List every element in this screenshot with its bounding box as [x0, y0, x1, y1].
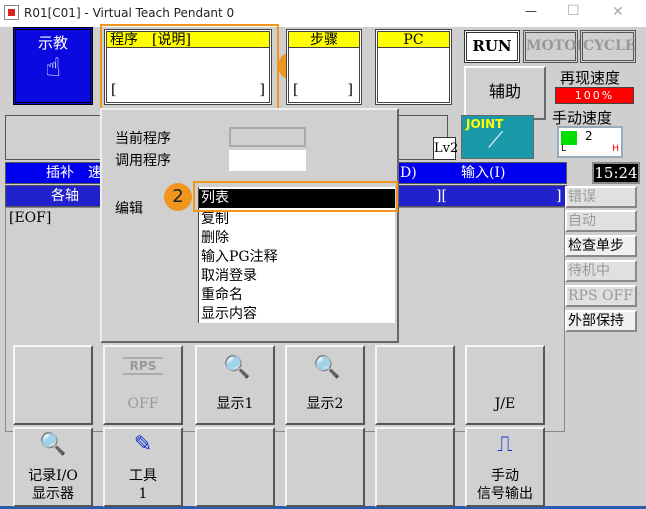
edit-item[interactable]: 删除	[199, 229, 395, 248]
signal-output-icon: ⎍	[497, 432, 513, 457]
function-key-label: J/E	[494, 396, 516, 412]
hand-pointer-icon: ☝	[45, 53, 61, 83]
function-key-label: 显示2	[306, 396, 344, 412]
step-badge-2: 2	[164, 183, 192, 211]
info-box	[5, 115, 101, 160]
input-label: 输入(I)	[461, 165, 506, 181]
edit-item[interactable]: 显示内容	[199, 305, 395, 324]
output-label: D)	[400, 165, 417, 181]
edit-label: 编辑	[115, 201, 143, 217]
app-icon	[4, 5, 19, 20]
magnifier-doc-icon: 🔍	[223, 355, 251, 380]
bar2-mid: ][	[436, 188, 447, 204]
eof-marker: [EOF]	[9, 210, 52, 226]
run-button[interactable]: RUN	[464, 30, 520, 63]
status-indicator: 待机中	[565, 260, 637, 282]
function-key[interactable]	[285, 427, 365, 507]
function-key[interactable]: ✎ 工具 1	[103, 427, 183, 507]
function-key[interactable]: 🔍 显示2	[285, 345, 365, 425]
function-key-label: 显示1	[216, 396, 254, 412]
motor-button[interactable]: MOTOR	[523, 30, 588, 63]
speed-high: H	[612, 144, 619, 154]
teach-mode-button[interactable]: 示教 ☝	[13, 27, 93, 105]
called-program-label: 调用程序	[115, 153, 171, 169]
step-box[interactable]: 步骤 [ ]	[286, 29, 362, 105]
edit-item[interactable]: 重命名	[199, 286, 395, 305]
function-key[interactable]	[375, 345, 455, 425]
function-key[interactable]: RPS OFF	[103, 345, 183, 425]
status-indicator: 外部保持	[565, 310, 637, 332]
level-indicator: Lv2	[433, 137, 458, 160]
replay-speed-label: 再现速度	[560, 69, 621, 87]
maximize-button[interactable]: ☐	[567, 3, 580, 19]
function-key-label: 工具	[129, 468, 157, 484]
tool-icon: ✎	[133, 432, 153, 457]
io-monitor-icon: 🔍	[39, 432, 67, 457]
function-key-label: 显示器	[32, 486, 74, 502]
bracket-left: [	[293, 82, 299, 98]
edit-item[interactable]: 取消登录	[199, 267, 395, 286]
bracket-right: ]	[347, 82, 353, 98]
interp-speed-label: 插补 速	[46, 165, 102, 181]
function-key[interactable]: J/E	[465, 345, 545, 425]
clock: 15:24	[592, 162, 640, 184]
function-key-label: OFF	[127, 396, 159, 412]
function-key-label: 信号输出	[477, 486, 533, 502]
title-bar: R01[C01] - Virtual Teach Pendant 0 — ☐ ✕	[0, 0, 646, 27]
function-key-label: 1	[138, 486, 148, 502]
highlight-outline-1	[100, 24, 279, 110]
aux-button[interactable]: 辅助	[464, 66, 546, 120]
pc-header: PC	[378, 32, 449, 48]
function-key[interactable]	[13, 345, 93, 425]
status-indicator: 错误	[565, 186, 637, 208]
status-indicator: 检查单步	[565, 235, 637, 257]
bar2-right: ]	[556, 188, 562, 204]
joint-coord-button[interactable]: JOINT ⟋	[461, 115, 534, 159]
pc-box[interactable]: PC	[375, 29, 452, 105]
cycle-button[interactable]: CYCLE	[580, 30, 636, 63]
axes-label: 各轴	[51, 188, 79, 204]
function-key[interactable]: ⎍ 手动信号输出	[465, 427, 545, 507]
called-program-field[interactable]	[229, 150, 306, 171]
function-key[interactable]	[375, 427, 455, 507]
robot-arm-icon: ⟋	[488, 128, 504, 153]
minimize-button[interactable]: —	[525, 4, 537, 18]
current-program-label: 当前程序	[115, 131, 171, 147]
program-menu-panel: 当前程序 调用程序 编辑 列表 复制 删除 输入PG注释 取消登录 重命名 显示内容	[100, 108, 399, 343]
status-indicator: 自动	[565, 210, 637, 232]
function-key-label: 记录I/O	[28, 468, 78, 484]
status-indicator: RPS OFF	[565, 285, 637, 307]
rps-icon: RPS	[123, 357, 163, 375]
function-key[interactable]: 🔍 显示1	[195, 345, 275, 425]
step-header: 步骤	[289, 32, 359, 48]
highlight-outline-2	[193, 181, 398, 212]
manual-speed-indicator[interactable]: 2 L H	[557, 126, 623, 158]
edit-item[interactable]: 复制	[199, 210, 395, 229]
function-key[interactable]: 🔍 记录I/O 显示器	[13, 427, 93, 507]
speed-low: L	[561, 144, 567, 154]
edit-item[interactable]: 输入PG注释	[199, 248, 395, 267]
manual-speed-value: 2	[585, 129, 593, 143]
magnifier-doc-icon: 🔍	[313, 355, 341, 380]
function-key-label: 手动	[491, 468, 519, 484]
mode-label: 示教	[37, 34, 68, 52]
replay-speed-value: 100%	[555, 87, 634, 104]
manual-speed-label: 手动速度	[552, 109, 613, 127]
function-key[interactable]	[195, 427, 275, 507]
close-button[interactable]: ✕	[612, 4, 624, 20]
current-program-field[interactable]	[229, 127, 306, 147]
manual-speed-fill	[561, 131, 577, 145]
window-title: R01[C01] - Virtual Teach Pendant 0	[24, 6, 235, 20]
